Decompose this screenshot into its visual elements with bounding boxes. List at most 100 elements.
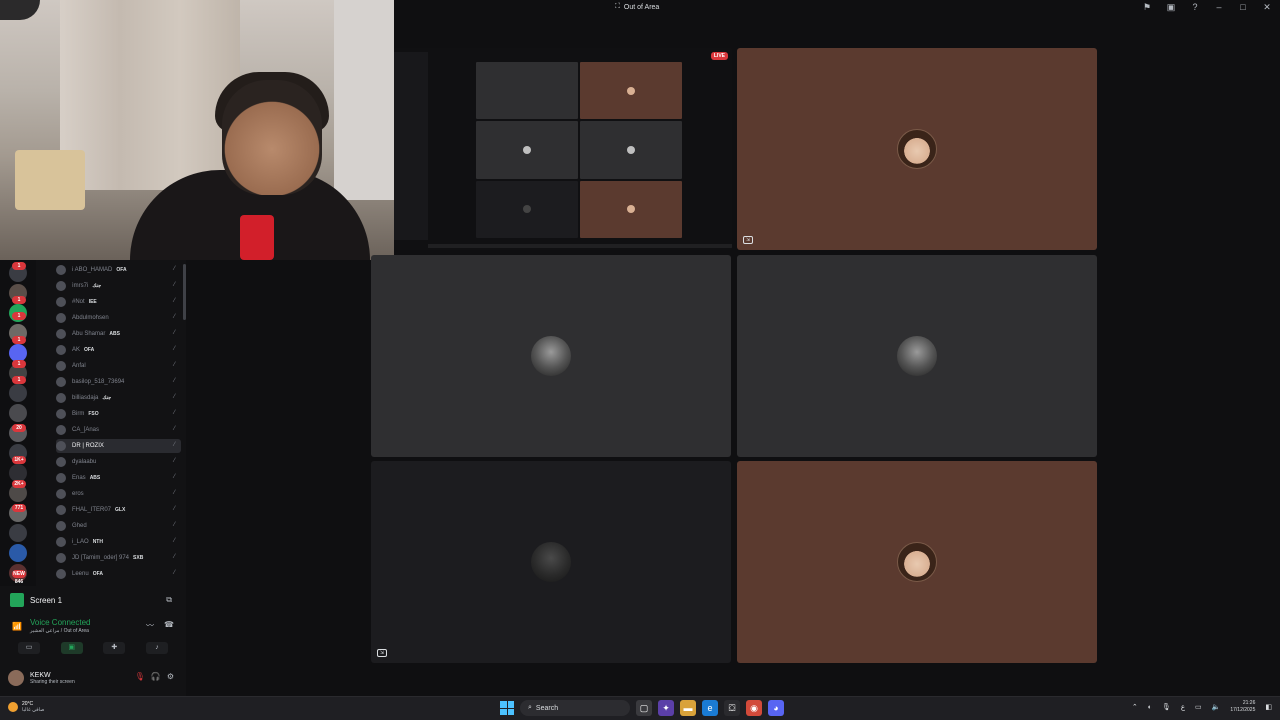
avatar <box>8 670 24 686</box>
member-name: JD [Tamim_oder] 974 <box>72 555 130 561</box>
list-item[interactable]: AK OFA ⁄ <box>56 343 181 357</box>
voice-member-list: i ABO_HAMAD OFA ⁄ ìmrs7i جنك ⁄ #Not IEE ⁄ Abdulmo… <box>36 260 186 586</box>
participant-avatar <box>531 542 571 582</box>
clock[interactable]: 21:26 17/12/2025 <box>1230 700 1255 714</box>
participant-tile[interactable] <box>737 461 1097 663</box>
list-item[interactable]: Ghed ⁄ <box>56 519 181 533</box>
mic-muted-icon[interactable]: 🎙 <box>135 672 145 681</box>
list-item[interactable]: DR | ROZIX ⁄ <box>56 439 181 453</box>
current-user[interactable]: KEKW Sharing their screen 🎙 🎧 ⚙ <box>8 666 178 690</box>
member-tag: جنك <box>92 283 102 289</box>
list-item[interactable]: Abdulmohsen ⁄ <box>56 311 181 325</box>
voice-channel-label[interactable]: مراعي العشير / Out of Area <box>30 628 91 634</box>
maximize-icon[interactable]: □ <box>1238 2 1248 12</box>
camera-button[interactable]: ▭ <box>18 642 40 654</box>
participant-tile[interactable]: ⇲ <box>371 461 731 663</box>
weather-condition: صافي غالبا <box>22 707 45 713</box>
edge-icon[interactable]: e <box>702 700 718 716</box>
server-icon[interactable] <box>9 544 27 562</box>
list-item[interactable]: Leenu OFA ⁄ <box>56 567 181 581</box>
list-item[interactable]: Birm FSO ⁄ <box>56 407 181 421</box>
member-name: FHAL_ITER07 <box>72 507 112 513</box>
deafen-icon[interactable]: 🎧 <box>151 672 161 681</box>
list-item[interactable]: ìmrs7i جنك ⁄ <box>56 279 181 293</box>
list-item[interactable]: CA_[Anas ⁄ <box>56 423 181 437</box>
chevron-up-icon[interactable]: ⌃ <box>1132 703 1138 711</box>
activities-button[interactable]: ✚ <box>103 642 126 654</box>
member-name: eros <box>72 491 84 497</box>
list-item[interactable]: basilop_518_73694 ⁄ <box>56 375 181 389</box>
notification-badge: 1 <box>12 376 26 384</box>
webcam-background <box>60 0 240 190</box>
task-view-icon[interactable]: ▢ <box>636 700 652 716</box>
screen-share-row[interactable]: Screen 1 ⧉ <box>10 592 176 608</box>
network-icon[interactable]: ◐ <box>1148 704 1152 711</box>
language-indicator[interactable]: ع <box>1181 703 1185 711</box>
member-name: Enas <box>72 475 86 481</box>
avatar <box>56 393 66 403</box>
help-icon[interactable]: ? <box>1190 2 1200 12</box>
user-name: KEKW <box>30 671 51 679</box>
list-item[interactable]: eros ⁄ <box>56 487 181 501</box>
notification-badge: 20 <box>12 424 26 432</box>
stream-preview <box>394 48 732 250</box>
discord-icon[interactable]: ◕ <box>768 700 784 716</box>
close-icon[interactable]: ✕ <box>1262 2 1272 12</box>
stream-preview-cell <box>476 121 578 179</box>
participant-avatar <box>531 336 571 376</box>
list-item[interactable]: billiasdaja جنك ⁄ <box>56 391 181 405</box>
mic-icon[interactable]: 🎙 <box>1162 703 1171 711</box>
participant-tile[interactable] <box>737 255 1097 457</box>
popout-icon[interactable]: ⧉ <box>166 595 172 605</box>
search-box[interactable]: ⌕ Search <box>520 700 630 716</box>
system-tray: ⌃ ◐ 🎙 ع ▭ 🔈 21:26 17/12/2025 ◧ <box>1132 700 1272 714</box>
member-name: i ABO_HAMAD <box>72 267 113 273</box>
list-item[interactable]: i_LAO NTH ⁄ <box>56 535 181 549</box>
participant-tile[interactable]: ⇲ <box>737 48 1097 250</box>
server-icon[interactable] <box>9 524 27 542</box>
list-item[interactable]: FHAL_ITER07 GLX ⁄ <box>56 503 181 517</box>
list-item[interactable]: Enas ABS ⁄ <box>56 471 181 485</box>
list-item[interactable]: JD [Tamim_oder] 974 SXB ⁄ <box>56 551 181 565</box>
gear-icon[interactable]: ⚙ <box>167 672 174 681</box>
screen-share-button[interactable]: ▣ <box>60 642 83 654</box>
sun-icon <box>8 702 18 712</box>
start-button[interactable] <box>500 701 514 715</box>
notification-badge: 1 <box>12 262 26 270</box>
wifi-icon[interactable]: ▭ <box>1195 703 1202 711</box>
server-icon[interactable] <box>9 384 27 402</box>
notification-badge: 2K+ <box>12 480 26 488</box>
list-item[interactable]: dyalaabu ⁄ <box>56 455 181 469</box>
member-tag: OFA <box>116 267 127 273</box>
user-panel: Screen 1 ⧉ 📶 Voice Connected مراعي العشي… <box>0 586 186 696</box>
webcam-background-chair <box>15 150 85 210</box>
participant-tile[interactable] <box>371 255 731 457</box>
webcam-background-door <box>334 0 394 200</box>
stream-preview-cell <box>580 121 682 179</box>
stream-tile[interactable]: LIVE <box>394 48 732 250</box>
store-icon[interactable]: ⛋ <box>724 700 740 716</box>
avatar <box>56 409 66 419</box>
screen-share-status-icon[interactable]: ▣ <box>1166 2 1176 12</box>
weather-widget[interactable]: 20°C صافي غالبا <box>8 701 44 713</box>
list-item[interactable]: Anfal ⁄ <box>56 359 181 373</box>
member-name: basilop_518_73694 <box>72 379 125 385</box>
soundboard-button[interactable]: ♪ <box>145 642 168 654</box>
taskbar-apps: ⌕ Search ▢ ✦ ▬ e ⛋ ◉ ◕ <box>500 700 784 716</box>
flag-icon[interactable]: ⚑ <box>1142 2 1152 12</box>
noise-suppression-icon[interactable]: 〰 <box>146 620 154 631</box>
member-list-scrollbar[interactable] <box>183 264 186 320</box>
disconnect-icon[interactable]: ☎ <box>164 620 174 629</box>
list-item[interactable]: i ABO_HAMAD OFA ⁄ <box>56 263 181 277</box>
file-explorer-icon[interactable]: ▬ <box>680 700 696 716</box>
member-name: DR | ROZIX <box>72 443 104 449</box>
list-item[interactable]: Abu Shamar ABS ⁄ <box>56 327 181 341</box>
chrome-icon[interactable]: ◉ <box>746 700 762 716</box>
minimize-icon[interactable]: – <box>1214 2 1224 12</box>
list-item[interactable]: #Not IEE ⁄ <box>56 295 181 309</box>
volume-icon[interactable]: 🔈 <box>1212 703 1221 711</box>
server-icon[interactable] <box>9 404 27 422</box>
notification-icon[interactable]: ◧ <box>1265 703 1272 711</box>
voice-connected-label: Voice Connected <box>30 618 91 627</box>
copilot-icon[interactable]: ✦ <box>658 700 674 716</box>
